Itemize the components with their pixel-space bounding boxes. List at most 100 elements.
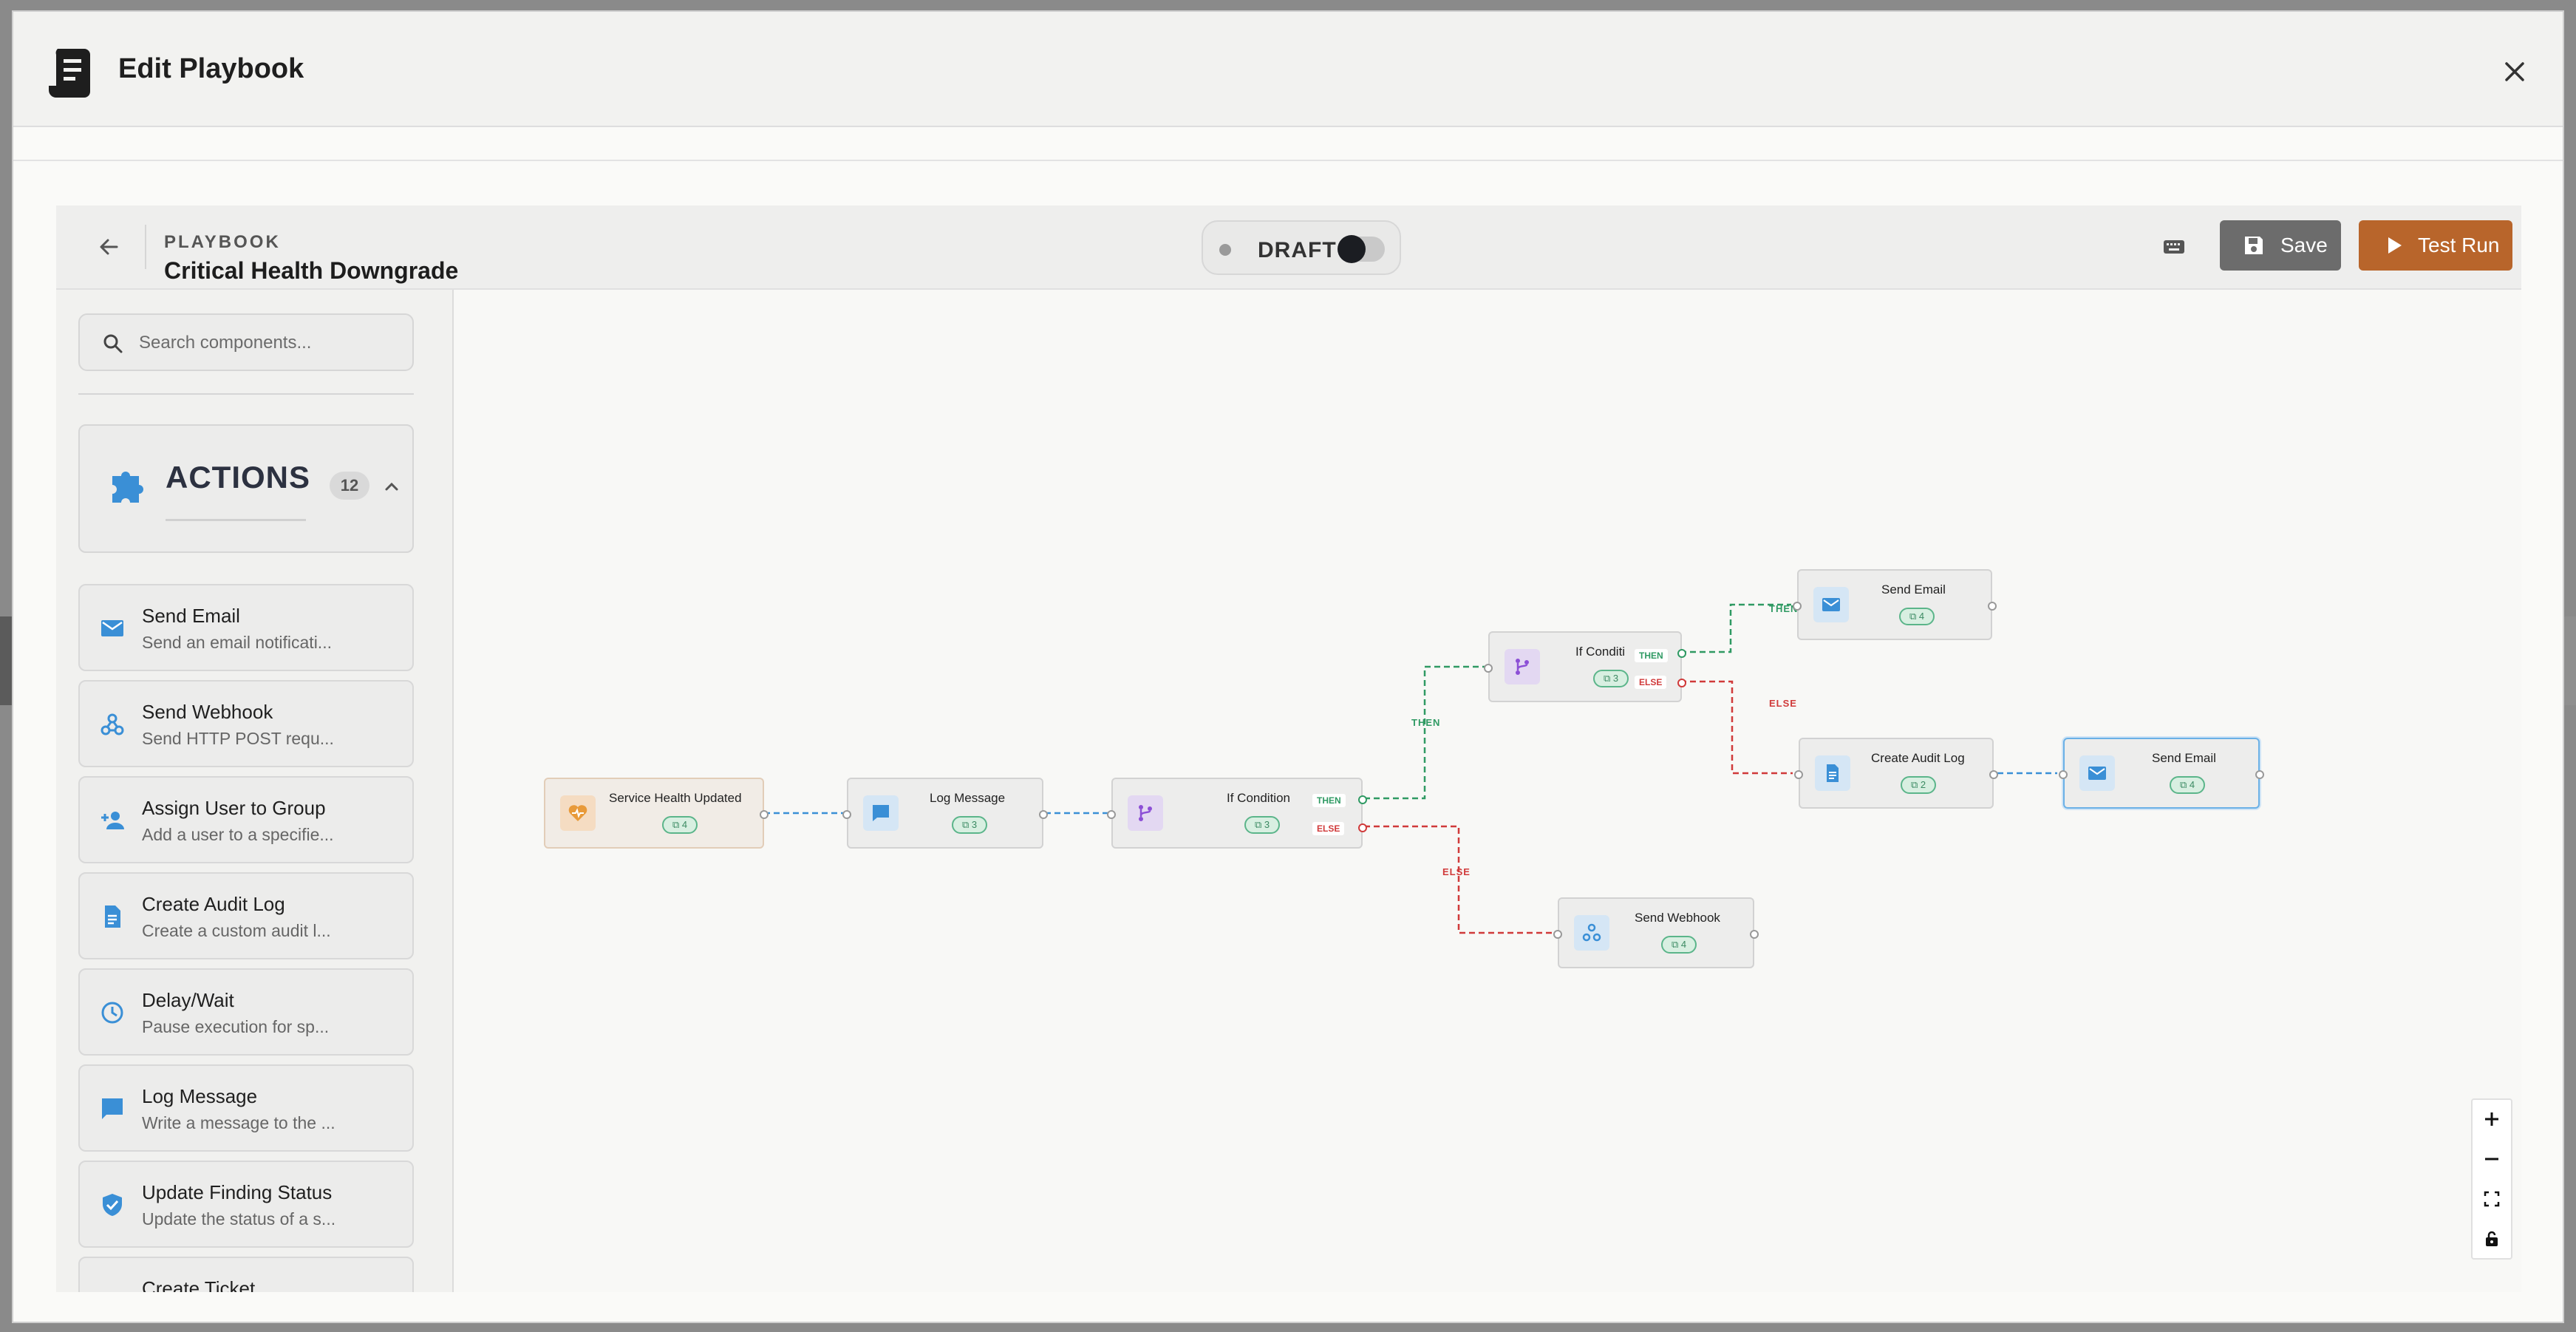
- back-arrow-icon[interactable]: [93, 231, 126, 263]
- node-label: If Condition: [1227, 791, 1290, 805]
- node-input-port[interactable]: [1107, 810, 1116, 819]
- status-dot: [1219, 244, 1231, 256]
- then-output-port[interactable]: [1358, 795, 1367, 804]
- actions-section-header[interactable]: ACTIONS 12: [78, 424, 414, 553]
- status-label: DRAFT: [1258, 238, 1337, 262]
- section-title: ACTIONS: [166, 460, 310, 495]
- section-count-badge: 12: [330, 472, 369, 500]
- playbook-editor: PLAYBOOK Critical Health Downgrade DRAFT…: [56, 205, 2521, 1292]
- play-icon: [2388, 237, 2402, 254]
- edit-playbook-modal: Edit Playbook PLAYBOOK Critical Health D…: [12, 10, 2564, 1323]
- component-log-message[interactable]: Log Message Write a message to the ...: [78, 1064, 414, 1152]
- node-create-audit-log[interactable]: Create Audit Log ⧉ 2: [1794, 738, 1998, 809]
- modal-header: Edit Playbook: [13, 12, 2563, 127]
- node-input-port[interactable]: [842, 810, 851, 819]
- node-label: Log Message: [930, 791, 1006, 805]
- then-output-port[interactable]: [1677, 649, 1686, 658]
- component-delay-wait[interactable]: Delay/Wait Pause execution for sp...: [78, 968, 414, 1056]
- node-send-webhook[interactable]: Send Webhook ⧉ 4: [1553, 897, 1759, 968]
- chat-icon: [102, 1098, 123, 1119]
- node-send-email[interactable]: Send Email ⧉ 4: [1793, 569, 1997, 640]
- node-label: Service Health Updated: [609, 791, 742, 805]
- modal-title: Edit Playbook: [118, 53, 304, 84]
- save-label: Save: [2280, 234, 2328, 256]
- node-label: Send Email: [1881, 582, 1946, 597]
- component-desc: Update the status of a s...: [142, 1209, 336, 1229]
- status-toggle-pill: DRAFT: [1202, 220, 1401, 275]
- node-service-health-updated[interactable]: Service Health Updated ⧉ 4: [544, 778, 769, 849]
- component-name: Create Audit Log: [142, 893, 285, 915]
- component-assign-user-to-group[interactable]: Assign User to Group Add a user to a spe…: [78, 776, 414, 863]
- save-icon: [2245, 237, 2263, 254]
- playbook-name: Critical Health Downgrade: [164, 257, 459, 284]
- node-input-port[interactable]: [2059, 770, 2068, 779]
- node-log-message[interactable]: Log Message ⧉ 3: [842, 778, 1048, 849]
- fit-view-button[interactable]: [2473, 1180, 2511, 1218]
- search-input[interactable]: [137, 315, 406, 371]
- node-output-port[interactable]: [760, 810, 769, 819]
- component-send-email[interactable]: Send Email Send an email notificati...: [78, 584, 414, 671]
- search-box[interactable]: [78, 313, 414, 371]
- keyboard-icon[interactable]: [2161, 234, 2187, 260]
- node-label: Send Email: [2152, 751, 2216, 765]
- branch-icon: [1516, 659, 1529, 675]
- else-output-port[interactable]: [1677, 679, 1686, 687]
- node-input-port[interactable]: [1794, 770, 1803, 779]
- components-sidebar: ACTIONS 12 Send Email Send an email noti…: [56, 290, 454, 1292]
- close-icon[interactable]: [2501, 58, 2529, 86]
- node-if-condition-2[interactable]: If Conditi ⧉ 3 THEN ELSE: [1484, 631, 1686, 702]
- publish-toggle[interactable]: [1338, 235, 1385, 263]
- email-icon: [1822, 598, 1840, 611]
- flow-canvas[interactable]: THEN ELSE THEN ELSE Service Health Updat…: [454, 290, 2521, 1292]
- zoom-in-button[interactable]: [2473, 1100, 2511, 1138]
- edge-if1-else-webhook: [1364, 825, 1556, 934]
- edge-label-else: ELSE: [1442, 866, 1471, 877]
- edge-if2-else-audit: [1680, 680, 1793, 775]
- zoom-out-button[interactable]: [2473, 1140, 2511, 1178]
- search-icon: [103, 334, 123, 353]
- save-button[interactable]: Save: [2220, 220, 2341, 271]
- document-icon: [105, 905, 120, 928]
- divider: [13, 160, 2563, 161]
- node-badge: ⧉ 3: [952, 816, 987, 834]
- node-input-port[interactable]: [1793, 602, 1802, 611]
- lock-button[interactable]: [2473, 1220, 2511, 1258]
- component-desc: Write a message to the ...: [142, 1113, 335, 1132]
- component-name: Send Email: [142, 605, 240, 627]
- edge-if1-then-if2: [1364, 665, 1487, 800]
- node-send-email-selected[interactable]: Send Email ⧉ 4: [2059, 738, 2264, 809]
- document-icon: [1827, 764, 1839, 782]
- node-output-port[interactable]: [1039, 810, 1048, 819]
- then-port-label: THEN: [1635, 649, 1668, 662]
- puzzle-icon: [112, 472, 143, 503]
- person-add-icon: [101, 812, 124, 829]
- node-if-condition[interactable]: If Condition ⧉ 3 THEN ELSE: [1107, 778, 1367, 849]
- node-input-port[interactable]: [1553, 930, 1562, 939]
- component-name: Send Webhook: [142, 701, 273, 723]
- test-run-label: Test Run: [2418, 234, 2500, 256]
- else-output-port[interactable]: [1358, 823, 1367, 832]
- component-desc: Add a user to a specifie...: [142, 825, 334, 844]
- edge-label-then: THEN: [1411, 717, 1441, 728]
- lock-icon: [2486, 1231, 2498, 1246]
- component-desc: Pause execution for sp...: [142, 1017, 330, 1036]
- test-run-button[interactable]: Test Run: [2359, 220, 2512, 271]
- node-output-port[interactable]: [1989, 770, 1998, 779]
- component-create-ticket[interactable]: Create Ticket: [78, 1257, 414, 1292]
- component-desc: Send HTTP POST requ...: [142, 729, 334, 748]
- node-badge: ⧉ 4: [1899, 608, 1935, 625]
- divider: [145, 225, 146, 269]
- component-send-webhook[interactable]: Send Webhook Send HTTP POST requ...: [78, 680, 414, 767]
- branch-icon: [1139, 805, 1152, 821]
- component-create-audit-log[interactable]: Create Audit Log Create a custom audit l…: [78, 872, 414, 959]
- node-output-port[interactable]: [2255, 770, 2264, 779]
- component-name: Assign User to Group: [142, 797, 326, 819]
- node-input-port[interactable]: [1484, 664, 1493, 673]
- component-update-finding-status[interactable]: Update Finding Status Update the status …: [78, 1161, 414, 1248]
- zoom-controls: [2471, 1098, 2512, 1260]
- node-output-port[interactable]: [1988, 602, 1997, 611]
- shield-check-icon: [103, 1194, 122, 1216]
- email-icon: [2088, 767, 2106, 780]
- node-badge: ⧉ 4: [1661, 936, 1697, 954]
- node-output-port[interactable]: [1750, 930, 1759, 939]
